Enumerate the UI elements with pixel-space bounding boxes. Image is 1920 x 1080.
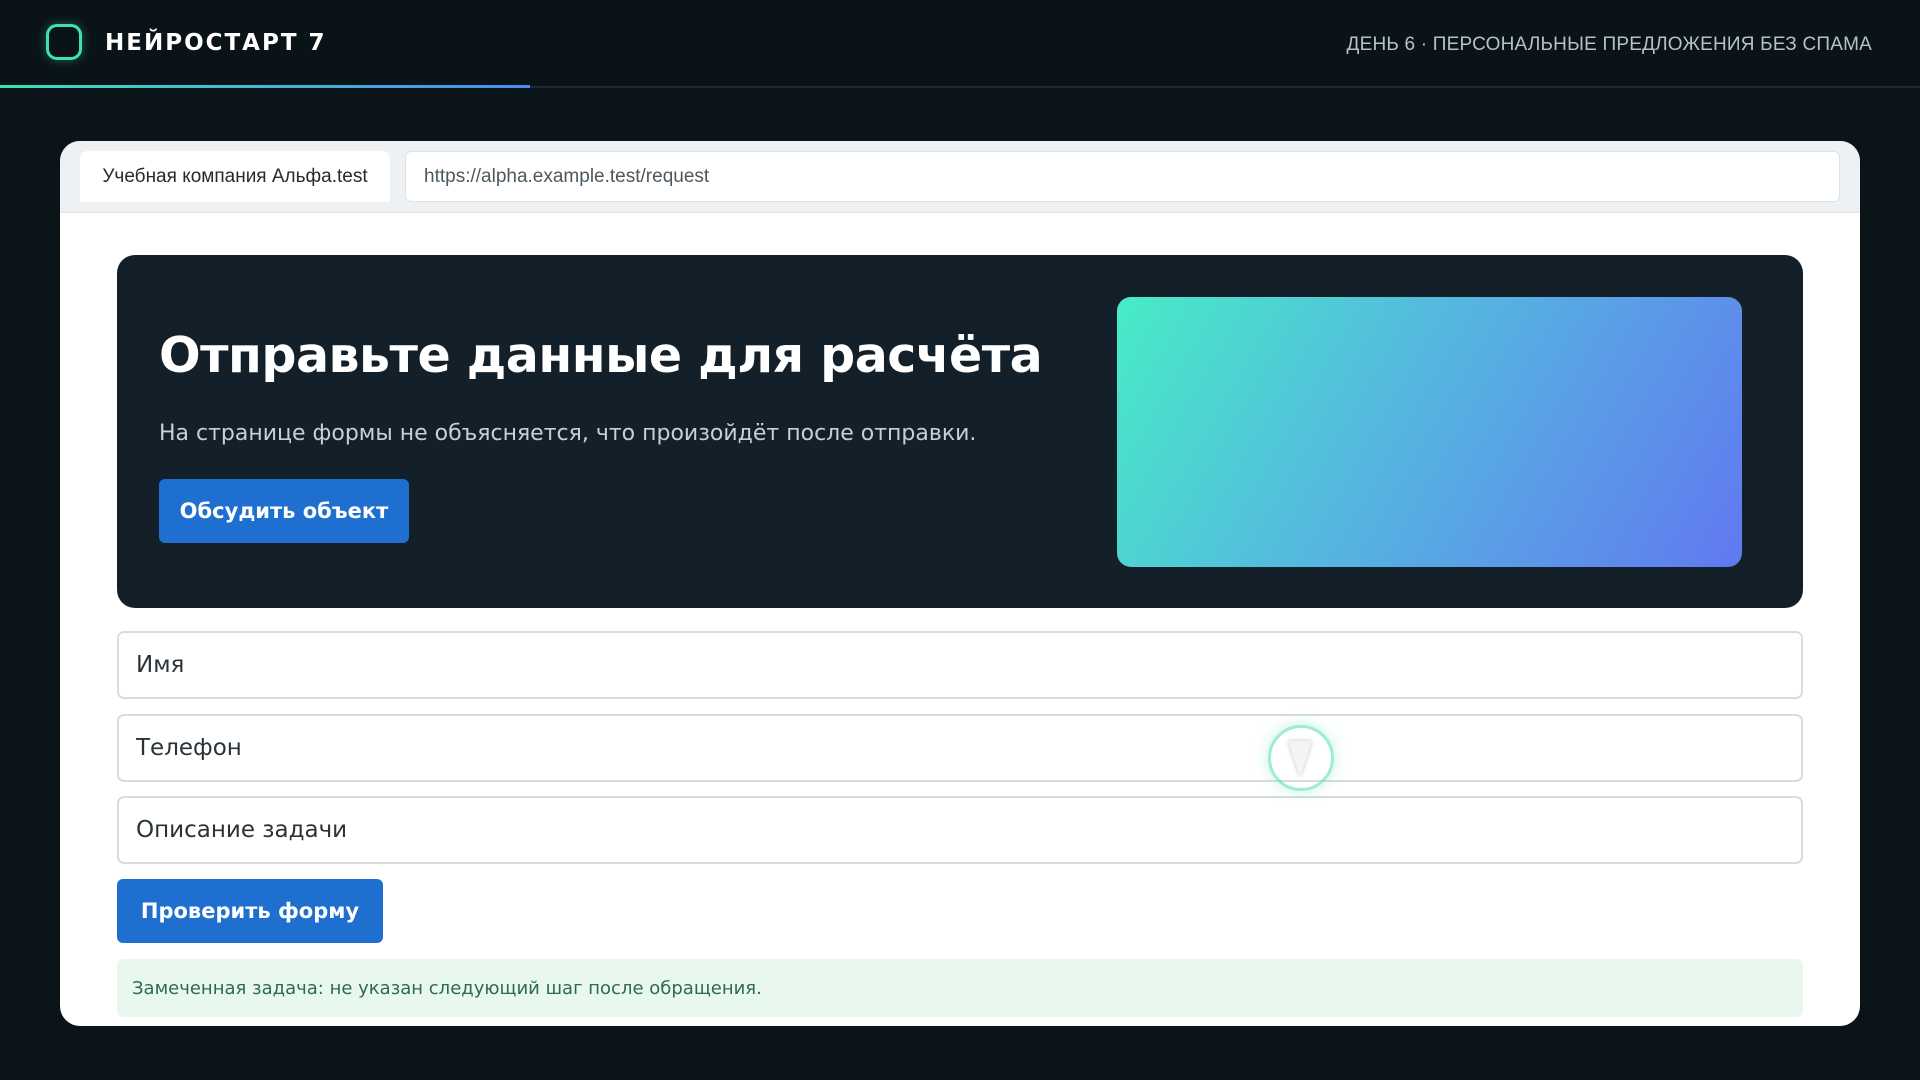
top-header: НЕЙРОСТАРТ 7 ДЕНЬ 6 · ПЕРСОНАЛЬНЫЕ ПРЕДЛ… — [0, 0, 1920, 88]
hero-gradient-image — [1117, 297, 1742, 567]
discuss-object-button[interactable]: Обсудить объект — [159, 479, 409, 543]
task-description-input[interactable] — [117, 796, 1803, 864]
hero-banner: Отправьте данные для расчёта На странице… — [117, 255, 1803, 608]
notice-message: Замеченная задача: не указан следующий ш… — [117, 959, 1803, 1017]
hero-subtitle: На странице формы не объясняется, что пр… — [159, 421, 977, 446]
address-bar[interactable]: https://alpha.example.test/request — [405, 151, 1840, 202]
lesson-caption: ДЕНЬ 6 · ПЕРСОНАЛЬНЫЕ ПРЕДЛОЖЕНИЯ БЕЗ СП… — [1346, 34, 1872, 55]
browser-window: Учебная компания Альфа.test https://alph… — [60, 141, 1860, 1026]
brand-title: НЕЙРОСТАРТ 7 — [105, 30, 327, 56]
hero-title: Отправьте данные для расчёта — [159, 327, 1043, 384]
browser-toolbar: Учебная компания Альфа.test https://alph… — [60, 141, 1860, 213]
check-form-button[interactable]: Проверить форму — [117, 879, 383, 943]
phone-input[interactable] — [117, 714, 1803, 782]
logo-icon — [46, 24, 82, 60]
name-input[interactable] — [117, 631, 1803, 699]
header-progress-line — [0, 85, 530, 88]
browser-tab[interactable]: Учебная компания Альфа.test — [80, 151, 390, 202]
